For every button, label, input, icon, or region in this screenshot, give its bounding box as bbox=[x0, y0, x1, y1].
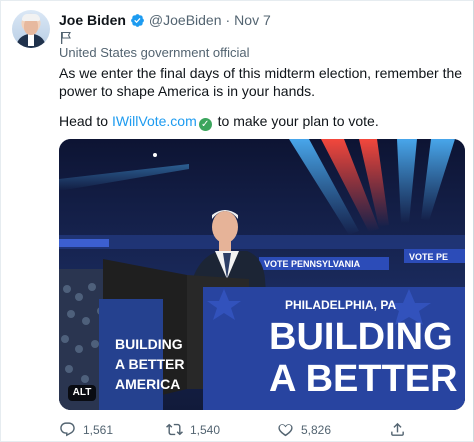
check-emoji-icon: ✓ bbox=[198, 118, 212, 131]
like-button[interactable]: 5,826 bbox=[277, 421, 331, 438]
affiliation-label: United States government official bbox=[59, 45, 250, 60]
like-icon bbox=[278, 424, 293, 437]
share-button[interactable] bbox=[389, 421, 413, 438]
flag-icon bbox=[61, 31, 71, 44]
reply-count: 1,561 bbox=[83, 422, 114, 437]
tweet-date[interactable]: Nov 7 bbox=[234, 12, 271, 28]
tweet-card[interactable]: Joe Biden @JoeBiden · Nov 7 United State… bbox=[0, 0, 474, 442]
tweet-text-suffix: to make your plan to vote. bbox=[213, 113, 379, 129]
tweet-text-prefix: Head to bbox=[59, 113, 112, 129]
author-handle[interactable]: @JoeBiden bbox=[149, 12, 222, 28]
reply-button[interactable]: 1,561 bbox=[59, 421, 113, 438]
banner-right-text: VOTE PE bbox=[409, 252, 448, 262]
tweet-text: As we enter the final days of this midte… bbox=[59, 65, 463, 99]
retweet-count: 1,540 bbox=[190, 422, 221, 437]
podium-text-3: AMERICA bbox=[115, 376, 180, 392]
tweet-photo[interactable]: VOTE PENNSYLVANIA VOTE PE BUILDING A BET… bbox=[59, 139, 465, 410]
retweet-button[interactable]: 1,540 bbox=[166, 421, 220, 438]
tweet-actions: 1,561 1,540 5,826 bbox=[59, 421, 469, 439]
alt-text-badge[interactable]: ALT bbox=[68, 385, 96, 401]
retweet-icon bbox=[166, 423, 183, 436]
iwillvote-link[interactable]: IWillVote.com bbox=[112, 113, 197, 129]
author-name[interactable]: Joe Biden bbox=[59, 12, 126, 28]
sign-main-text-1: BUILDING bbox=[269, 316, 453, 358]
separator-dot: · bbox=[225, 12, 231, 28]
podium-text-1: BUILDING bbox=[115, 336, 183, 352]
like-count: 5,826 bbox=[301, 422, 332, 437]
tweet-header: Joe Biden @JoeBiden · Nov 7 bbox=[59, 11, 271, 29]
podium-text-2: A BETTER bbox=[115, 356, 184, 372]
banner-left-text: VOTE PENNSYLVANIA bbox=[264, 259, 361, 269]
sign-location-text: PHILADELPHIA, PA bbox=[285, 298, 396, 312]
reply-icon bbox=[60, 422, 75, 437]
tweet-text-link-line: Head to IWillVote.com ✓ to make your plan… bbox=[59, 112, 463, 131]
rally-photo: VOTE PENNSYLVANIA VOTE PE BUILDING A BET… bbox=[59, 139, 465, 410]
verified-badge-icon bbox=[131, 13, 144, 27]
share-icon bbox=[391, 422, 404, 436]
sign-main-text-2: A BETTER bbox=[269, 358, 458, 400]
avatar[interactable] bbox=[12, 10, 50, 48]
